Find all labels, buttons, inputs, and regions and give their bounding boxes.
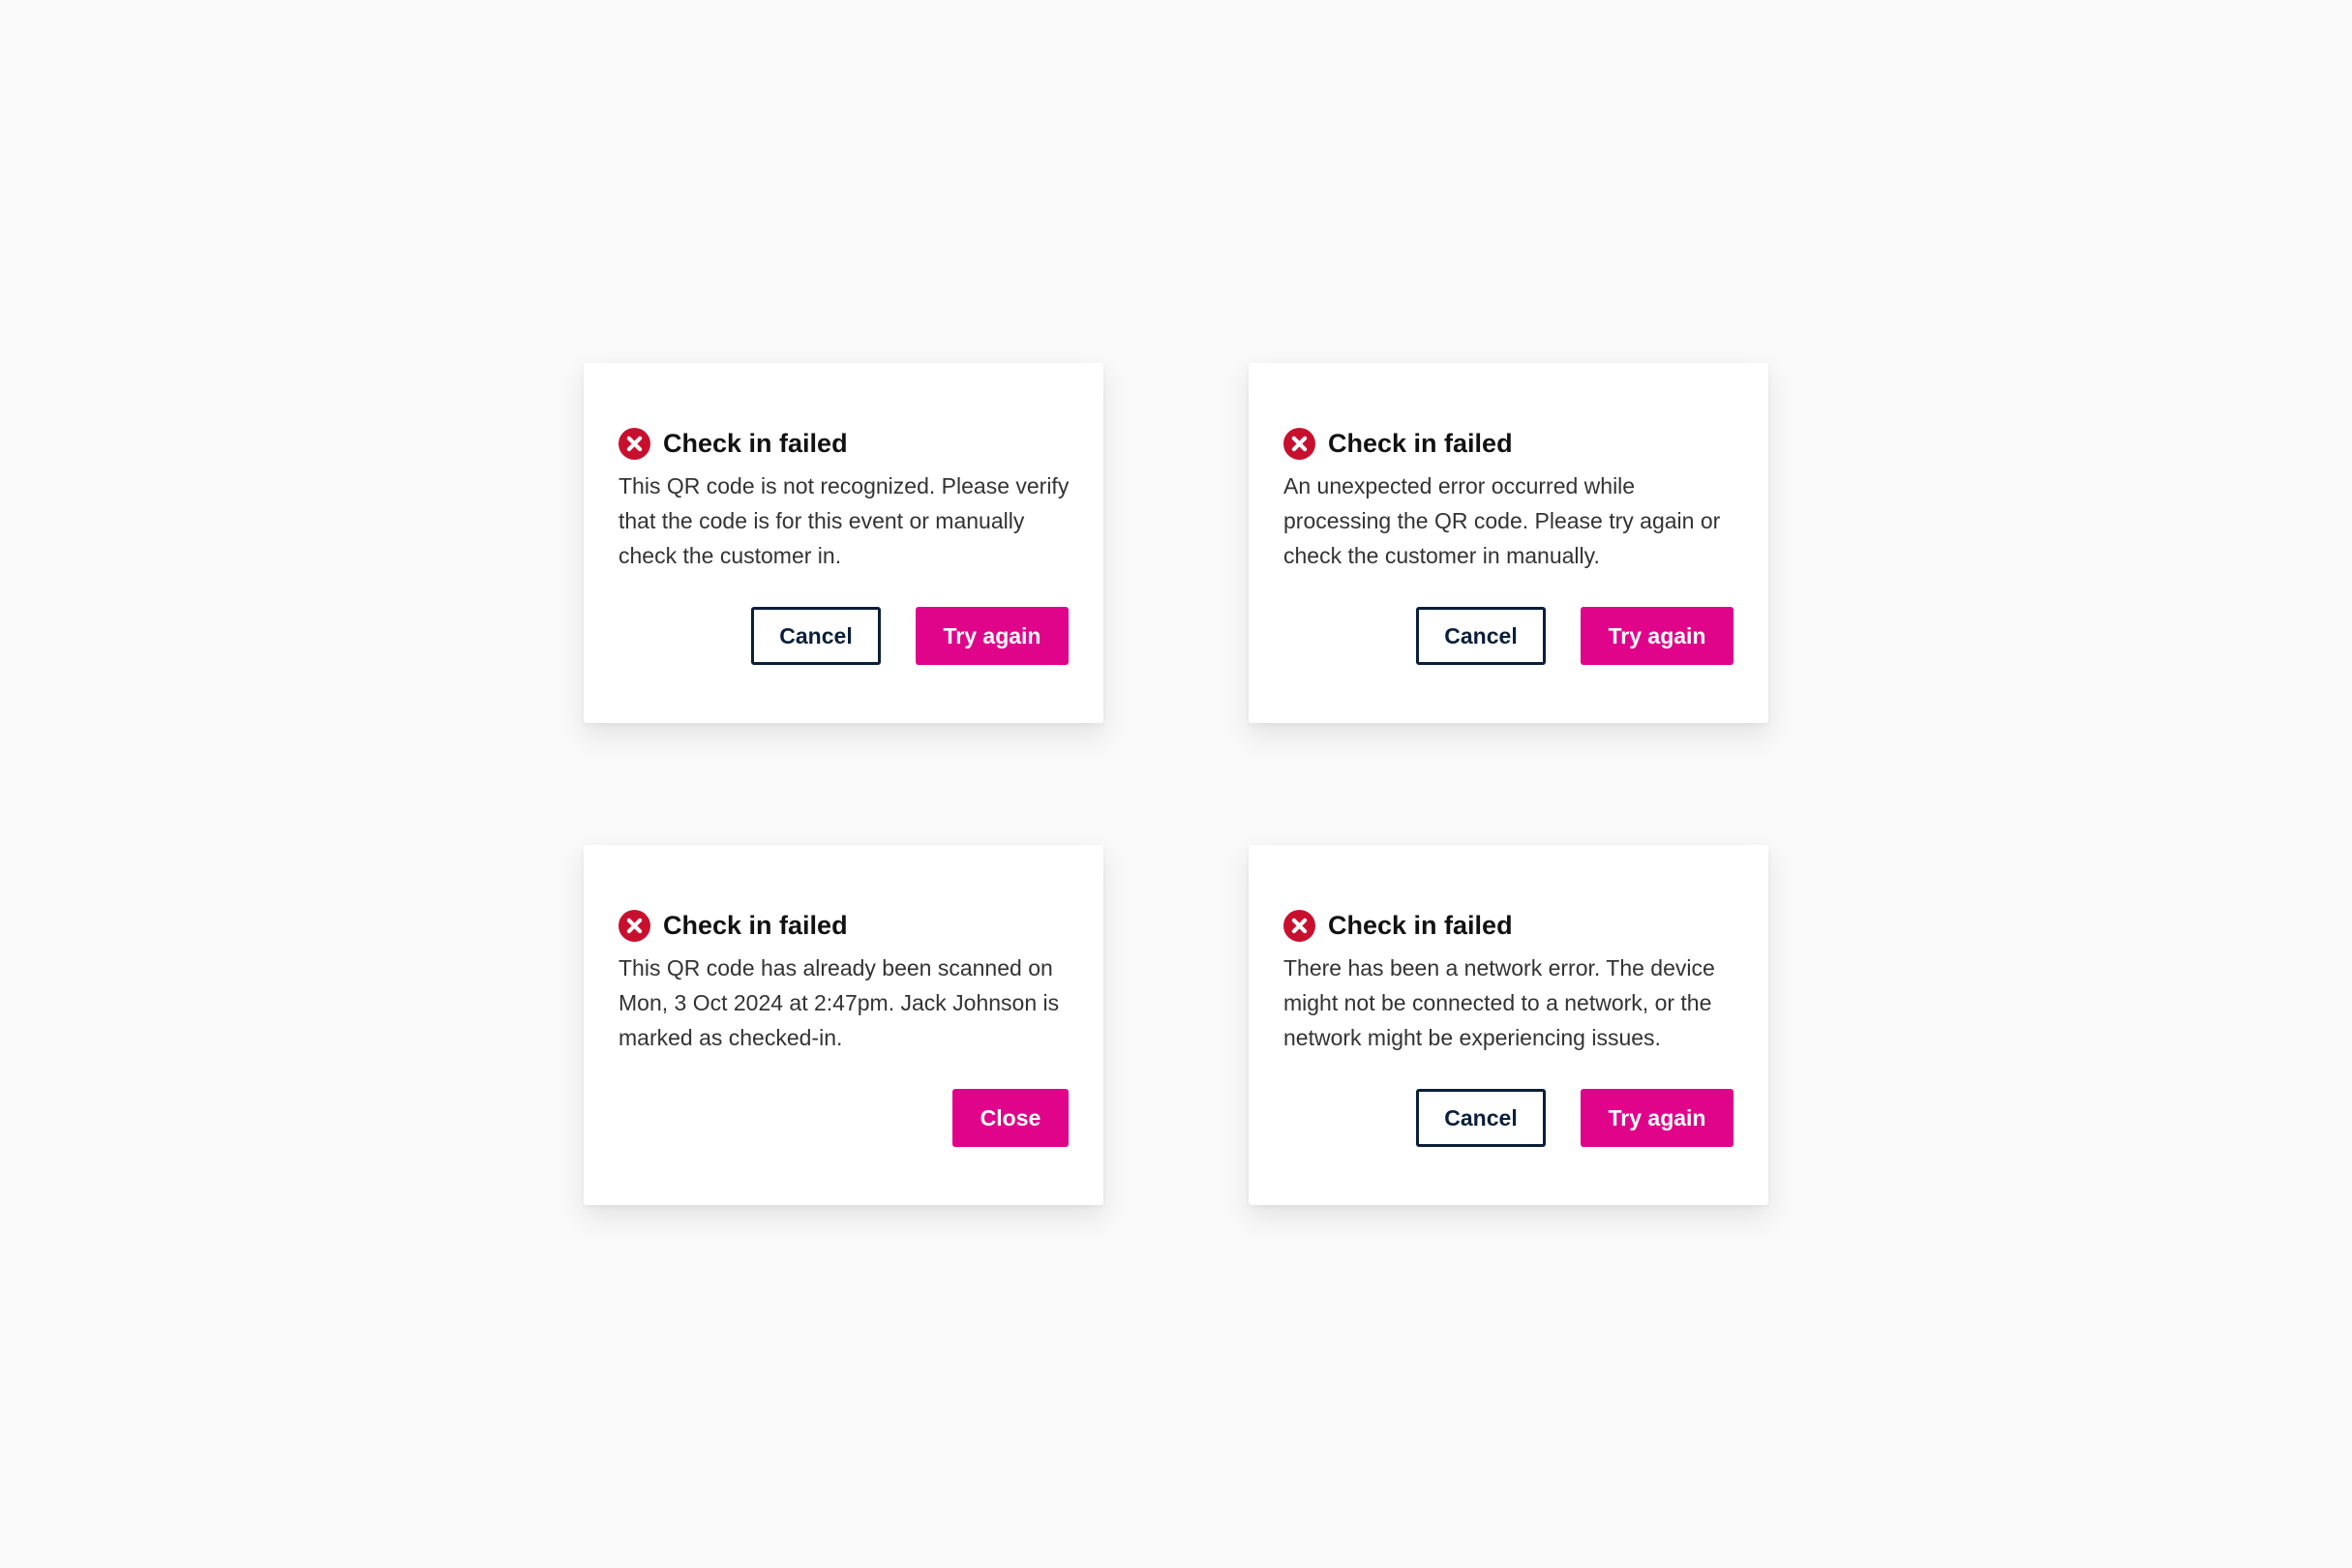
dialog-title: Check in failed: [663, 911, 848, 940]
error-icon: [618, 909, 650, 942]
check-in-failed-dialog-unexpected-error: Check in failed An unexpected error occu…: [1249, 363, 1768, 723]
dialog-message: There has been a network error. The devi…: [1283, 955, 1715, 1050]
dialog-header: Check in failed: [1283, 425, 1513, 462]
dialog-header: Check in failed: [618, 907, 848, 944]
error-icon: [618, 427, 650, 460]
error-icon: [1283, 909, 1315, 942]
dialog-title: Check in failed: [663, 429, 848, 458]
try-again-button[interactable]: Try again: [1581, 607, 1734, 665]
try-again-button[interactable]: Try again: [1581, 1089, 1734, 1147]
dialog-message: This QR code is not recognized. Please v…: [618, 473, 1070, 568]
cancel-button[interactable]: Cancel: [1416, 607, 1546, 665]
try-again-button[interactable]: Try again: [916, 607, 1069, 665]
dialog-header: Check in failed: [1283, 907, 1513, 944]
dialog-title: Check in failed: [1328, 911, 1513, 940]
dialog-title: Check in failed: [1328, 429, 1513, 458]
cancel-button[interactable]: Cancel: [751, 607, 881, 665]
dialog-header: Check in failed: [618, 425, 848, 462]
error-icon: [1283, 427, 1315, 460]
dialog-actions: Cancel Try again: [751, 607, 1069, 665]
cancel-button[interactable]: Cancel: [1416, 1089, 1546, 1147]
dialog-actions: Close: [952, 1089, 1069, 1147]
check-in-failed-dialog-already-scanned: Check in failed This QR code has already…: [584, 845, 1103, 1205]
dialog-actions: Cancel Try again: [1416, 607, 1734, 665]
check-in-failed-dialog-network-error: Check in failed There has been a network…: [1249, 845, 1768, 1205]
close-button[interactable]: Close: [952, 1089, 1069, 1147]
dialog-message: An unexpected error occurred while proce…: [1283, 473, 1721, 568]
check-in-failed-dialog-unrecognized: Check in failed This QR code is not reco…: [584, 363, 1103, 723]
dialog-message: This QR code has already been scanned on…: [618, 955, 1060, 1050]
dialog-actions: Cancel Try again: [1416, 1089, 1734, 1147]
